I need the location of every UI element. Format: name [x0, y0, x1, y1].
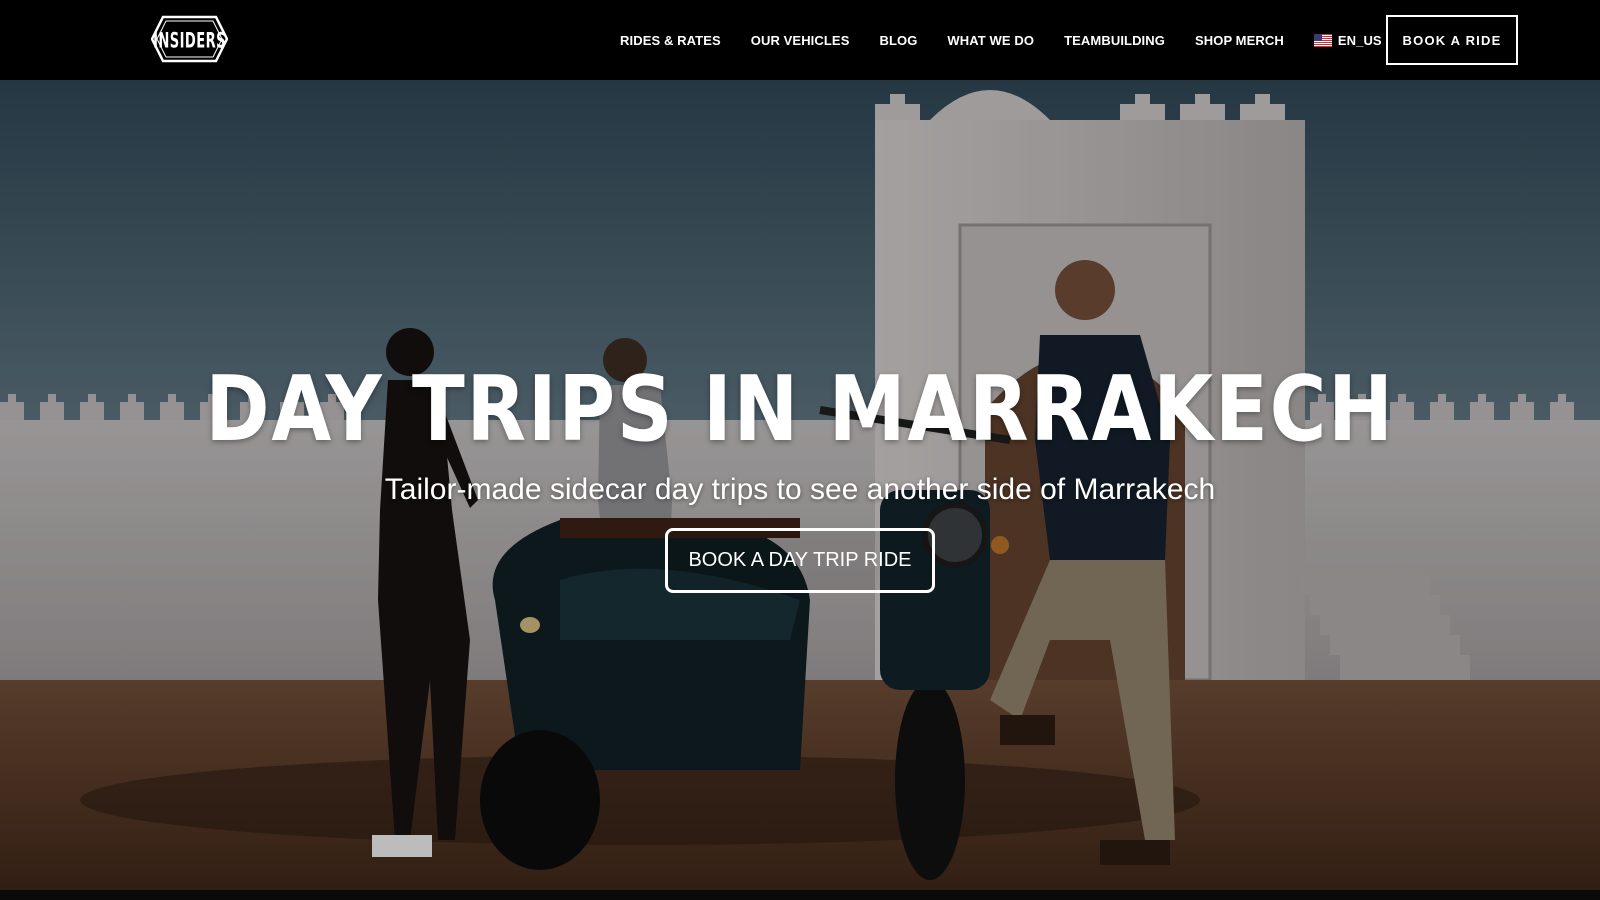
hero-subtitle: Tailor-made sidecar day trips to see ano… — [384, 473, 1216, 506]
us-flag-icon — [1313, 33, 1332, 47]
nav-what-we-do[interactable]: WHAT WE DO — [947, 33, 1034, 48]
language-switcher[interactable]: EN_US — [1313, 32, 1382, 48]
nav-rides-rates[interactable]: RIDES & RATES — [620, 33, 721, 48]
main-nav: RIDES & RATES OUR VEHICLES BLOG WHAT WE … — [620, 0, 1382, 80]
insiders-logo[interactable]: INSIDERS — [151, 13, 228, 65]
hero-section: DAY TRIPS IN MARRAKECH Tailor-made sidec… — [0, 80, 1600, 890]
bottom-edge — [0, 890, 1600, 900]
nav-blog[interactable]: BLOG — [879, 33, 917, 48]
site-header: INSIDERS RIDES & RATES OUR VEHICLES BLOG… — [0, 0, 1600, 80]
hero-content: DAY TRIPS IN MARRAKECH Tailor-made sidec… — [0, 80, 1600, 890]
logo-text: INSIDERS — [153, 28, 226, 53]
nav-teambuilding[interactable]: TEAMBUILDING — [1064, 33, 1165, 48]
nav-our-vehicles[interactable]: OUR VEHICLES — [751, 33, 850, 48]
hero-title: DAY TRIPS IN MARRAKECH — [205, 357, 1395, 462]
book-day-trip-button[interactable]: BOOK A DAY TRIP RIDE — [665, 528, 935, 593]
nav-shop-merch[interactable]: SHOP MERCH — [1195, 33, 1284, 48]
book-a-ride-button[interactable]: BOOK A RIDE — [1386, 15, 1518, 65]
language-label: EN_US — [1337, 32, 1382, 48]
